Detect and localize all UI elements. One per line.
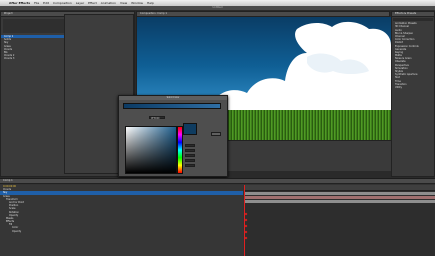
- menu-view[interactable]: View: [120, 1, 127, 5]
- menu-window[interactable]: Window: [131, 1, 143, 5]
- app-menu[interactable]: After Effects: [9, 1, 30, 5]
- keyframe-icon[interactable]: [244, 218, 248, 222]
- effects-panel: Effects & Presets Animation Presets 3D C…: [391, 11, 435, 177]
- effects-item[interactable]: Utility: [392, 86, 434, 89]
- menu-effect[interactable]: Effect: [88, 1, 97, 5]
- window-title: Untitled: [0, 6, 435, 10]
- red-input[interactable]: [185, 159, 195, 162]
- menu-file[interactable]: File: [34, 1, 39, 5]
- menu-layer[interactable]: Layer: [76, 1, 84, 5]
- effects-panel-title[interactable]: Effects & Presets: [392, 12, 434, 17]
- menu-edit[interactable]: Edit: [43, 1, 49, 5]
- green-input[interactable]: [185, 164, 195, 167]
- color-gradient-bar[interactable]: [123, 103, 221, 109]
- color-swatch: [183, 123, 197, 135]
- keyframe-icon[interactable]: [244, 224, 248, 228]
- ok-button[interactable]: [211, 132, 221, 136]
- layer-list: 0:00:00:00 Clouds Sky Grass Transform An…: [0, 185, 243, 256]
- hue-input[interactable]: [185, 144, 195, 147]
- dialog-title: Solid Color: [119, 96, 227, 100]
- color-picker-dialog: Solid Color 0F3C60: [118, 95, 228, 177]
- timeline-tab[interactable]: Comp 1: [0, 179, 435, 184]
- saturation-input[interactable]: [185, 149, 195, 152]
- layer-bar[interactable]: [244, 196, 435, 199]
- timeline-panel: Comp 1 0:00:00:00 Clouds Sky Grass Trans…: [0, 178, 435, 256]
- time-ruler[interactable]: [244, 185, 435, 191]
- layer-bar[interactable]: [244, 200, 435, 203]
- layer-bar[interactable]: [244, 192, 435, 195]
- timeline-tracks[interactable]: [244, 185, 435, 256]
- effects-search-input[interactable]: [393, 18, 433, 22]
- playhead[interactable]: [244, 185, 245, 256]
- saturation-value-field[interactable]: [125, 126, 177, 174]
- menu-help[interactable]: Help: [147, 1, 154, 5]
- menu-composition[interactable]: Composition: [53, 1, 72, 5]
- hex-field[interactable]: 0F3C60: [149, 116, 165, 120]
- property-row[interactable]: Opacity: [0, 230, 243, 233]
- brightness-input[interactable]: [185, 154, 195, 157]
- keyframe-icon[interactable]: [244, 230, 248, 234]
- keyframe-icon[interactable]: [244, 236, 248, 240]
- keyframe-icon[interactable]: [244, 212, 248, 216]
- menu-animation[interactable]: Animation: [101, 1, 116, 5]
